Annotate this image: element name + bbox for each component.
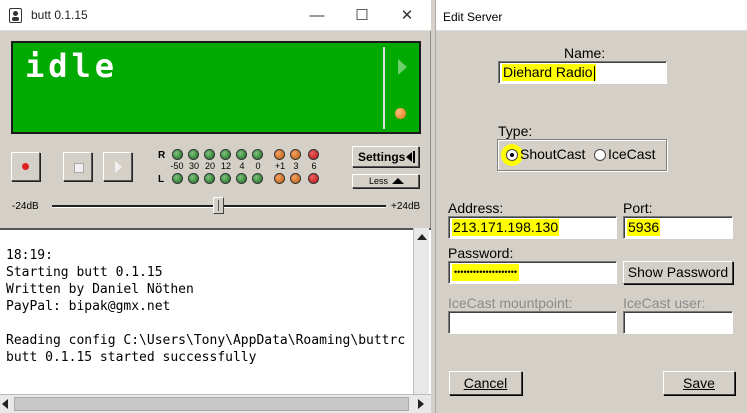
- vu-tick: 0: [255, 161, 261, 171]
- close-button[interactable]: ✕: [384, 0, 430, 31]
- password-label: Password:: [448, 245, 514, 261]
- minimize-button[interactable]: —: [294, 0, 340, 31]
- horizontal-scroll-thumb[interactable]: [14, 397, 409, 411]
- icecast-user-label: IceCast user:: [623, 295, 706, 311]
- vu-left-label: L: [158, 174, 165, 185]
- title-bar: butt 0.1.15 — ☐ ✕: [0, 0, 431, 31]
- password-masked-value: ••••••••••••••••••••: [452, 264, 520, 281]
- icecast-user-input[interactable]: [623, 311, 733, 334]
- gain-min-label: -24dB: [12, 201, 39, 212]
- log-line: PayPal: bipak@gmx.net: [6, 299, 171, 314]
- scroll-left-icon[interactable]: [2, 399, 8, 409]
- gain-slider-thumb[interactable]: [213, 197, 224, 214]
- record-button[interactable]: [11, 152, 40, 181]
- less-button[interactable]: Less: [352, 174, 419, 188]
- dialog-title: Edit Server: [443, 10, 503, 24]
- record-indicator-icon: [395, 108, 406, 119]
- gain-max-label: +24dB: [391, 201, 421, 212]
- save-button-label: Save: [683, 375, 715, 391]
- shoutcast-label[interactable]: ShoutCast: [520, 146, 585, 162]
- type-label: Type:: [498, 123, 533, 139]
- vu-led: [290, 173, 301, 184]
- port-value: 5936: [627, 219, 661, 236]
- show-password-button[interactable]: Show Password: [623, 261, 733, 284]
- vu-led: [252, 173, 263, 184]
- log-horizontal-scrollbar[interactable]: [0, 394, 431, 413]
- vu-led: [188, 149, 199, 160]
- stop-button[interactable]: [63, 152, 92, 181]
- password-input[interactable]: ••••••••••••••••••••: [448, 261, 617, 284]
- port-input[interactable]: 5936: [623, 216, 733, 239]
- log-line: Written by Daniel Nöthen: [6, 282, 194, 297]
- vu-led: [172, 149, 183, 160]
- vu-led: [308, 173, 319, 184]
- name-value: Diehard Radio: [502, 64, 596, 81]
- vu-led: [204, 149, 215, 160]
- icecast-radio[interactable]: [594, 149, 606, 161]
- cancel-button-label: Cancel: [463, 375, 508, 391]
- vu-meter: R L -50 30 20 12 4 0 +1 3 6: [158, 148, 348, 188]
- vu-tick: 6: [311, 161, 317, 171]
- scroll-up-icon[interactable]: [416, 231, 428, 243]
- vu-led: [204, 173, 215, 184]
- butt-main-window: butt 0.1.15 — ☐ ✕ idle R L -50 30 20 12 …: [0, 0, 431, 413]
- cancel-button[interactable]: Cancel: [449, 371, 522, 395]
- name-input[interactable]: Diehard Radio: [498, 61, 667, 84]
- icecast-label[interactable]: IceCast: [608, 146, 655, 162]
- window-title: butt 0.1.15: [31, 8, 88, 22]
- settings-button[interactable]: Settings: [352, 146, 419, 167]
- address-label: Address:: [448, 200, 504, 216]
- log-vertical-scrollbar[interactable]: [413, 228, 429, 394]
- log-line: butt 0.1.15 started successfully: [6, 350, 257, 365]
- maximize-button[interactable]: ☐: [339, 0, 385, 31]
- vu-led: [236, 149, 247, 160]
- vu-right-label: R: [158, 150, 166, 161]
- display-toggle-arrow-icon[interactable]: [398, 59, 407, 75]
- address-input[interactable]: 213.171.198.130: [448, 216, 617, 239]
- display-divider: [383, 47, 385, 129]
- vu-led: [308, 149, 319, 160]
- vu-led: [172, 173, 183, 184]
- log-line: Reading config C:\Users\Tony\AppData\Roa…: [6, 333, 406, 348]
- vu-led: [274, 149, 285, 160]
- speaker-icon: [9, 8, 22, 23]
- vu-led: [188, 173, 199, 184]
- icecast-mountpoint-input[interactable]: [448, 311, 617, 334]
- vu-tick: 3: [293, 161, 299, 171]
- dialog-title-bar: Edit Server: [436, 0, 747, 31]
- shoutcast-radio[interactable]: [506, 149, 518, 161]
- vu-led: [236, 173, 247, 184]
- save-button[interactable]: Save: [663, 371, 735, 395]
- settings-button-label: Settings: [358, 150, 406, 164]
- vu-led: [274, 173, 285, 184]
- icecast-mountpoint-label: IceCast mountpoint:: [448, 295, 573, 311]
- log-output: 18:19: Starting butt 0.1.15 Written by D…: [0, 228, 431, 394]
- status-text: idle: [25, 47, 119, 85]
- status-display: idle: [11, 41, 421, 134]
- scroll-right-icon[interactable]: [418, 399, 424, 409]
- vu-led: [220, 173, 231, 184]
- vu-led: [220, 149, 231, 160]
- vu-led: [290, 149, 301, 160]
- port-label: Port:: [623, 200, 653, 216]
- type-radio-group: ShoutCast IceCast: [497, 139, 667, 171]
- log-line: Starting butt 0.1.15: [6, 265, 163, 280]
- vu-led: [252, 149, 263, 160]
- less-button-label: Less: [369, 176, 389, 186]
- name-label: Name:: [564, 45, 606, 61]
- play-button[interactable]: [103, 152, 132, 181]
- log-line: 18:19:: [6, 248, 53, 263]
- address-value: 213.171.198.130: [452, 219, 560, 236]
